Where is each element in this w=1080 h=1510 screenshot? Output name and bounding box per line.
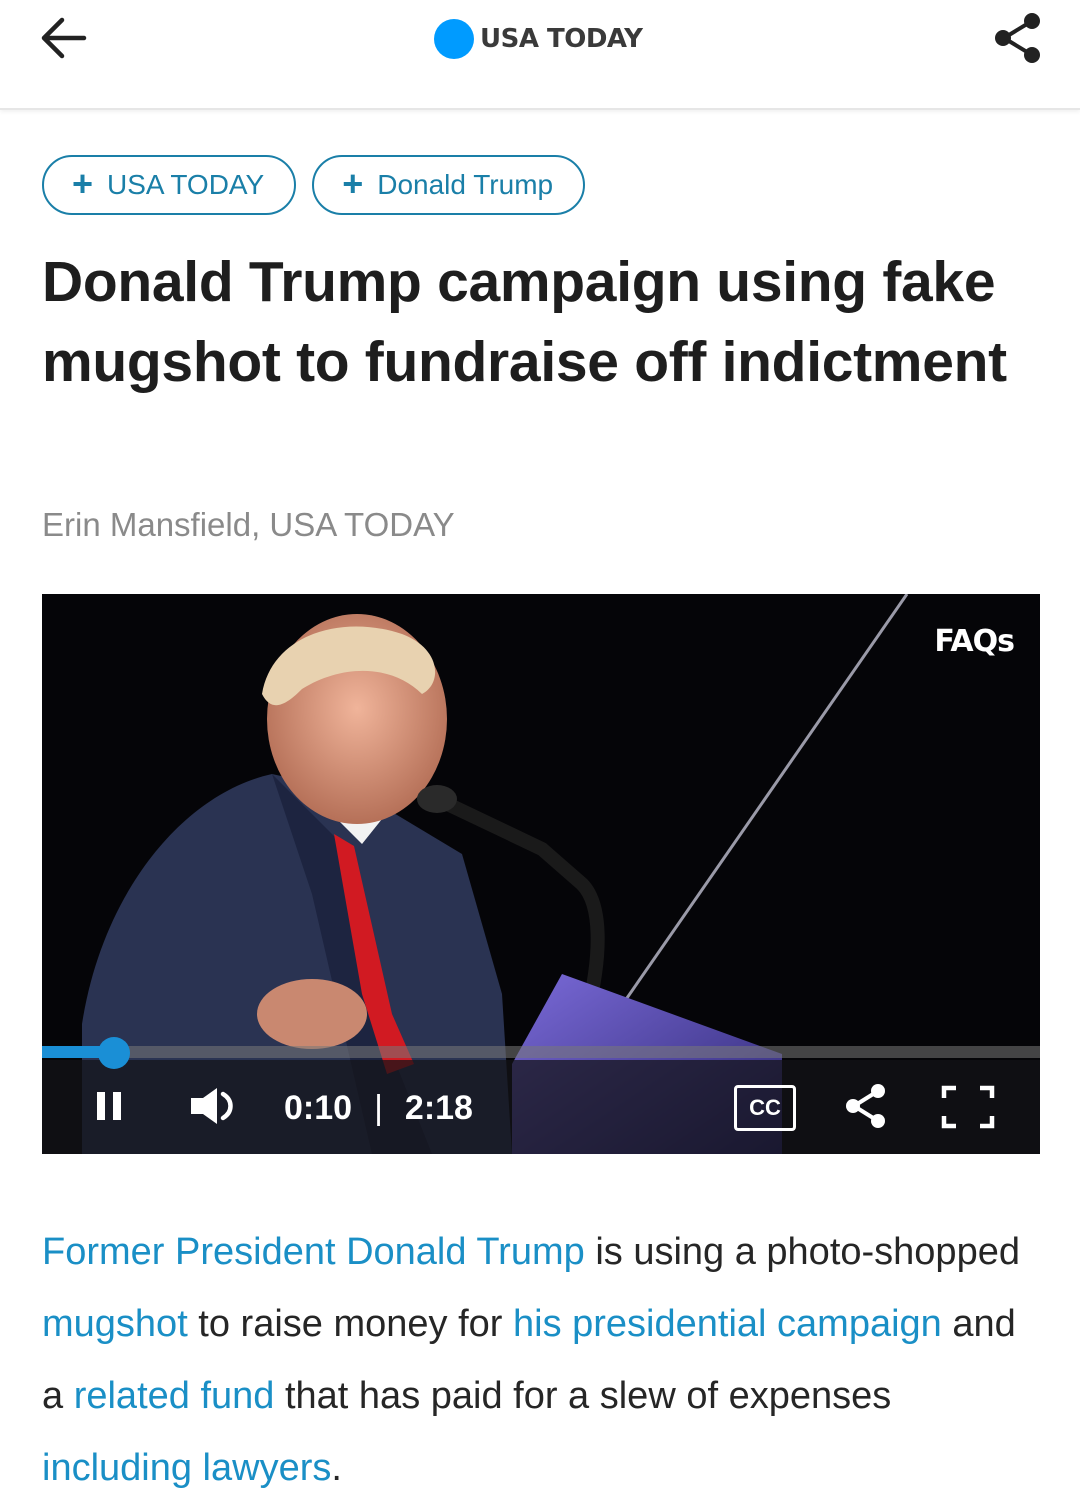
article-text: to raise money for bbox=[187, 1303, 513, 1345]
back-button[interactable] bbox=[36, 14, 92, 66]
top-app-bar: USA TODAY bbox=[0, 0, 1080, 110]
video-time: 0:10 | 2:18 bbox=[284, 1088, 473, 1128]
topic-label: USA TODAY bbox=[107, 169, 265, 200]
topic-label: Donald Trump bbox=[377, 169, 554, 200]
article-link[interactable]: his presidential campaign bbox=[513, 1303, 942, 1345]
volume-button[interactable] bbox=[186, 1084, 242, 1132]
follow-topic-usa-today[interactable]: + USA TODAY bbox=[42, 155, 297, 215]
video-progress-track[interactable] bbox=[42, 1046, 1040, 1058]
article-headline: Donald Trump campaign using fake mugshot… bbox=[42, 250, 1007, 394]
share-icon bbox=[992, 11, 1044, 70]
article-text: is using a photo-shopped bbox=[584, 1231, 1020, 1273]
article-link[interactable]: Former President Donald Trump bbox=[42, 1231, 585, 1273]
time-separator: | bbox=[374, 1088, 383, 1127]
article-link[interactable]: including lawyers bbox=[42, 1447, 331, 1489]
article-link[interactable]: mugshot bbox=[42, 1303, 188, 1345]
plus-icon: + bbox=[72, 162, 94, 204]
video-share-button[interactable] bbox=[840, 1082, 892, 1134]
share-button[interactable] bbox=[990, 12, 1046, 68]
video-overlay-label: FAQs bbox=[934, 624, 1015, 659]
fullscreen-icon bbox=[940, 1084, 996, 1135]
video-player[interactable]: FAQs 0:10 | 2:18 CC bbox=[42, 594, 1040, 1154]
brand-dot bbox=[434, 19, 474, 59]
article-link[interactable]: related fund bbox=[74, 1375, 275, 1417]
article-body-paragraph: Former President Donald Trump is using a… bbox=[42, 1216, 1042, 1504]
fullscreen-button[interactable] bbox=[938, 1084, 998, 1134]
pause-button[interactable] bbox=[92, 1088, 128, 1128]
follow-topic-donald-trump[interactable]: + Donald Trump bbox=[312, 155, 586, 215]
current-time: 0:10 bbox=[284, 1088, 353, 1127]
article-text: that has paid for a slew of expenses bbox=[274, 1375, 892, 1417]
cc-icon: CC bbox=[734, 1085, 796, 1131]
cc-label: CC bbox=[749, 1095, 781, 1120]
plus-icon: + bbox=[342, 162, 364, 204]
video-scrub-handle[interactable] bbox=[97, 1037, 130, 1069]
article-text: . bbox=[331, 1447, 342, 1489]
pause-icon bbox=[95, 1090, 125, 1127]
closed-captions-button[interactable]: CC bbox=[734, 1084, 796, 1132]
brand-logo: USA TODAY bbox=[434, 18, 643, 60]
duration: 2:18 bbox=[404, 1088, 473, 1127]
topic-chips: + USA TODAY + Donald Trump bbox=[42, 155, 586, 215]
article-byline: Erin Mansfield, USA TODAY bbox=[42, 506, 455, 543]
arrow-left-icon bbox=[40, 16, 88, 65]
share-icon bbox=[842, 1081, 890, 1136]
volume-icon bbox=[187, 1084, 241, 1133]
brand-name: USA TODAY bbox=[480, 24, 643, 54]
